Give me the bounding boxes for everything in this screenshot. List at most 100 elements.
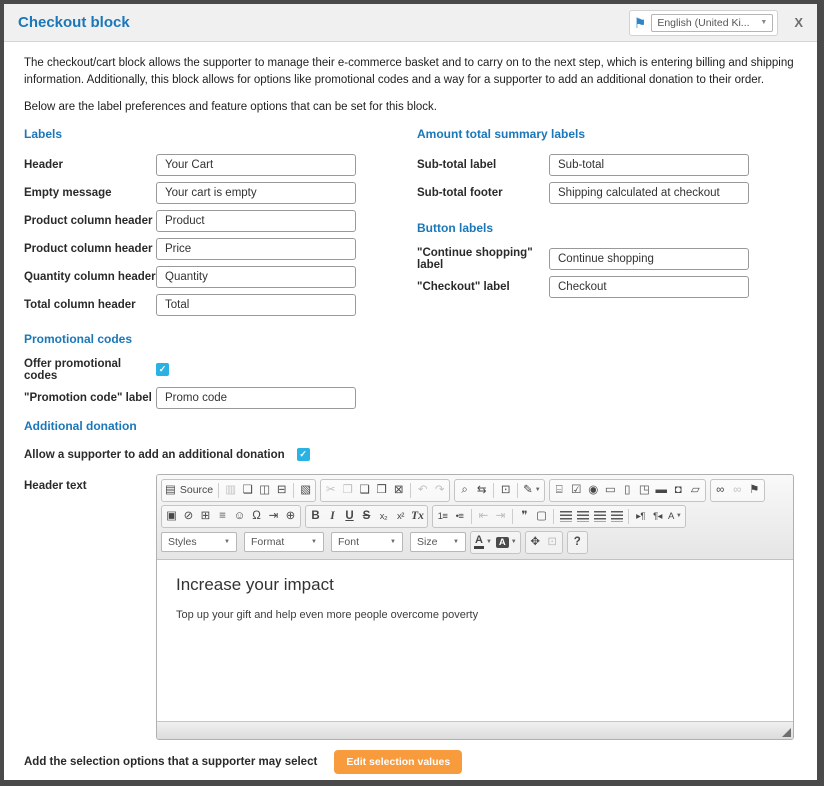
button-field-button[interactable]: ▬ <box>653 481 670 500</box>
subtotal-label-input[interactable] <box>549 154 749 176</box>
find-button[interactable]: ⌕ <box>456 481 473 500</box>
unlink-button: ∞ <box>729 481 746 500</box>
bulleted-list-button[interactable]: •≡ <box>451 507 468 526</box>
field-label: Sub-total footer <box>417 187 549 199</box>
quantity-column-input[interactable] <box>156 266 356 288</box>
chevron-down-icon: ▼ <box>760 19 767 26</box>
amount-summary-heading: Amount total summary labels <box>417 127 797 141</box>
language-dropdown-value: English (United Ki... <box>657 17 749 29</box>
align-left-button[interactable] <box>557 507 574 526</box>
text-color-button[interactable]: A▼ <box>472 533 494 552</box>
total-column-input[interactable] <box>156 294 356 316</box>
chevron-down-icon: ▼ <box>676 513 682 519</box>
decrease-indent-button: ⇤ <box>475 507 492 526</box>
promo-code-label-input[interactable] <box>156 387 356 409</box>
radio-field-button[interactable]: ◉ <box>585 481 602 500</box>
paste-button[interactable]: ❑ <box>356 481 373 500</box>
editor-content[interactable]: Increase your impact Top up your gift an… <box>157 560 793 722</box>
checkout-label-input[interactable] <box>549 276 749 298</box>
remove-format-button[interactable]: Tx <box>409 507 426 526</box>
background-color-button[interactable]: A▼ <box>494 533 519 552</box>
paste-as-text-button[interactable]: ❒ <box>373 481 390 500</box>
image-button[interactable]: ▣ <box>163 507 180 526</box>
subtotal-footer-input[interactable] <box>549 182 749 204</box>
link-button[interactable]: ∞ <box>712 481 729 500</box>
font-dropdown[interactable]: Font▼ <box>331 532 403 552</box>
offer-promo-codes-checkbox[interactable]: ✓ <box>156 363 169 376</box>
format-dropdown[interactable]: Format▼ <box>244 532 324 552</box>
product-column-input[interactable] <box>156 210 356 232</box>
language-button[interactable]: A▼ <box>666 507 684 526</box>
paste-from-word-button[interactable]: ⊠ <box>390 481 407 500</box>
source-button[interactable]: ▤ Source <box>163 481 215 500</box>
text-direction-rtl-button[interactable]: ¶◂ <box>649 507 666 526</box>
price-column-input[interactable] <box>156 238 356 260</box>
strikethrough-button[interactable]: S <box>358 507 375 526</box>
field-row-product-column: Product column header <box>24 210 417 232</box>
select-all-button[interactable]: ⊡ <box>497 481 514 500</box>
styles-dropdown[interactable]: Styles▼ <box>161 532 237 552</box>
new-page-button[interactable]: ❏ <box>239 481 256 500</box>
bold-button[interactable]: B <box>307 507 324 526</box>
align-center-button[interactable] <box>574 507 591 526</box>
hidden-field-button[interactable]: ▱ <box>687 481 704 500</box>
button-labels-heading: Button labels <box>417 221 797 235</box>
special-character-button[interactable]: Ω <box>248 507 265 526</box>
language-dropdown[interactable]: English (United Ki... ▼ <box>651 14 773 32</box>
italic-button[interactable]: I <box>324 507 341 526</box>
iframe-button[interactable]: ⊕ <box>282 507 299 526</box>
maximize-button[interactable]: ✥ <box>527 533 544 552</box>
header-input[interactable] <box>156 154 356 176</box>
subscript-button[interactable]: x₂ <box>375 507 392 526</box>
table-button[interactable]: ⊞ <box>197 507 214 526</box>
about-button[interactable]: ? <box>569 533 586 552</box>
toolbar-separator <box>517 483 518 498</box>
save-icon: ▥ <box>225 485 236 497</box>
continue-shopping-input[interactable] <box>549 248 749 270</box>
iframe-icon: ⊕ <box>286 511 296 523</box>
numbered-list-button[interactable]: 1≡ <box>434 507 451 526</box>
empty-message-input[interactable] <box>156 182 356 204</box>
form-button[interactable]: ⌸ <box>551 481 568 500</box>
smiley-icon: ☺ <box>234 511 246 523</box>
image-button-field-button[interactable]: ◘ <box>670 481 687 500</box>
print-button[interactable]: ⊟ <box>273 481 290 500</box>
textarea-field-button[interactable]: ▯ <box>619 481 636 500</box>
textarea-field-icon: ▯ <box>624 485 630 497</box>
preview-button[interactable]: ◫ <box>256 481 273 500</box>
replace-button[interactable]: ⇆ <box>473 481 490 500</box>
size-dropdown-value: Size <box>417 536 437 548</box>
text-direction-ltr-button[interactable]: ▸¶ <box>632 507 649 526</box>
text-field-button[interactable]: ▭ <box>602 481 619 500</box>
anchor-icon: ⚑ <box>749 485 759 497</box>
show-blocks-button: ⊡ <box>544 533 561 552</box>
anchor-button[interactable]: ⚑ <box>746 481 763 500</box>
close-button[interactable]: X <box>794 15 803 30</box>
editor-resize-handle[interactable] <box>782 728 791 737</box>
div-container-button[interactable]: ▢ <box>533 507 550 526</box>
blockquote-button[interactable]: ❞ <box>516 507 533 526</box>
edit-selection-values-button[interactable]: Edit selection values <box>334 750 462 774</box>
templates-button[interactable]: ▧ <box>297 481 314 500</box>
underline-button[interactable]: U <box>341 507 358 526</box>
selection-field-button[interactable]: ◳ <box>636 481 653 500</box>
copy-button: ❐ <box>339 481 356 500</box>
smiley-button[interactable]: ☺ <box>231 507 248 526</box>
toolbar-separator <box>553 509 554 524</box>
superscript-button[interactable]: x² <box>392 507 409 526</box>
checkbox-field-button[interactable]: ☑ <box>568 481 585 500</box>
special-character-icon: Ω <box>252 511 261 523</box>
selection-field-icon: ◳ <box>639 485 650 497</box>
allow-additional-donation-checkbox[interactable]: ✓ <box>297 448 310 461</box>
field-label: Empty message <box>24 187 156 199</box>
horizontal-rule-button[interactable]: ≡ <box>214 507 231 526</box>
source-label: Source <box>180 485 213 496</box>
source-icon: ▤ <box>165 485 176 497</box>
spell-check-button[interactable]: ✎▼ <box>521 481 543 500</box>
page-break-button[interactable]: ⇥ <box>265 507 282 526</box>
align-right-button[interactable] <box>591 507 608 526</box>
size-dropdown[interactable]: Size▼ <box>410 532 466 552</box>
align-justify-button[interactable] <box>608 507 625 526</box>
flash-button[interactable]: ⊘ <box>180 507 197 526</box>
language-icon: A <box>668 512 674 522</box>
